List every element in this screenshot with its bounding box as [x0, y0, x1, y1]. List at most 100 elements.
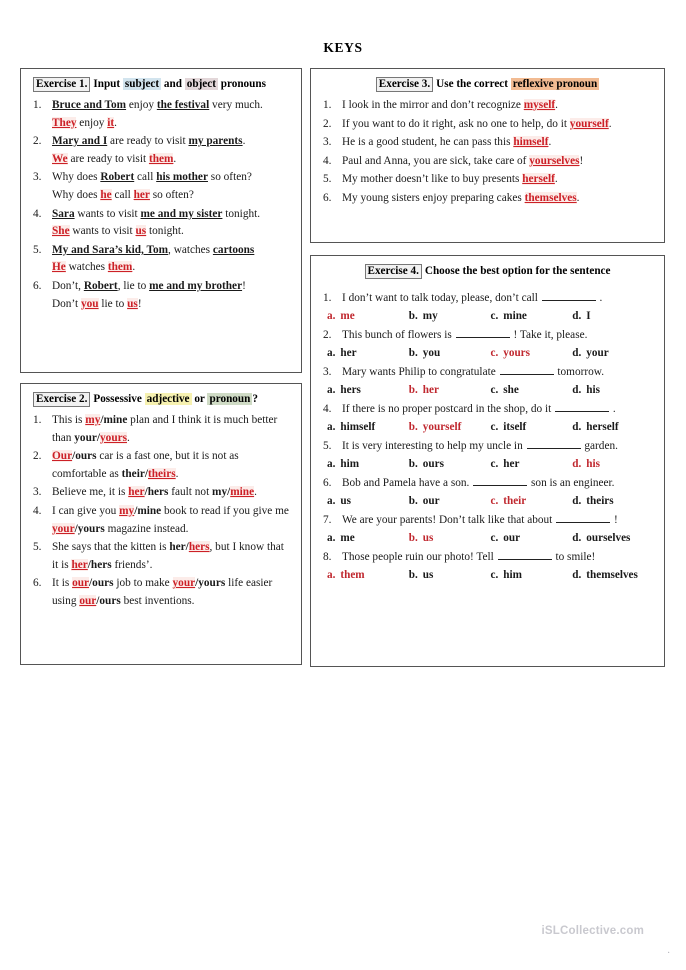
question-fragment: cartoons [212, 243, 255, 256]
option-correct[interactable]: d. his [572, 455, 654, 473]
option-value: her [422, 384, 439, 396]
item-number: 6. [323, 191, 332, 204]
answer-fragment: We [52, 152, 68, 165]
option-value: our [503, 532, 521, 544]
option[interactable]: d. themselves [572, 566, 654, 584]
question-fragment: magazine instead. [104, 522, 189, 535]
question-fragment: herself [522, 173, 555, 186]
question-text-tail: son is an engineer. [528, 477, 615, 489]
question-text: My mother doesn’t like to buy presents h… [342, 173, 558, 186]
option-key: d. [572, 347, 582, 359]
option-correct[interactable]: b. yourself [409, 418, 491, 436]
exercise-3-heading: Exercise 3. Use the correct reflexive pro… [321, 77, 654, 92]
option-key: c. [490, 532, 499, 544]
question-text: This bunch of flowers is [342, 329, 455, 341]
answer-text: She wants to visit us tonight. [52, 223, 291, 241]
option-correct[interactable]: a. them [327, 566, 409, 584]
option-key: d. [572, 458, 582, 470]
option[interactable]: d. herself [572, 418, 654, 436]
question-fragment: She says that the kitten is [52, 541, 170, 554]
answer-fragment: enjoy [76, 116, 108, 129]
answer-fragment: . [132, 261, 136, 274]
exercise-2-heading-text-a: Possessive [93, 393, 142, 405]
option[interactable]: d. your [572, 344, 654, 362]
question-fragment: Don’t, [52, 279, 84, 292]
answer-fragment: are ready to visit [67, 152, 149, 165]
exercise-1-heading-text-a: Input [93, 78, 121, 90]
option[interactable]: c. our [491, 529, 573, 547]
option[interactable]: b. my [409, 307, 491, 325]
question-fragment: her [71, 558, 88, 571]
option[interactable]: b. you [409, 344, 491, 362]
question-fragment: your/ [74, 431, 101, 444]
question-fragment: book to read if you give me [161, 504, 289, 517]
option-correct[interactable]: a. me [327, 307, 409, 325]
option[interactable]: a. us [327, 492, 409, 510]
option-correct[interactable]: b. her [409, 381, 491, 399]
exercise-4-tag: Exercise 4. [364, 264, 422, 279]
option-value: themselves [586, 569, 638, 581]
question-row: 5. It is very interesting to help my uncl… [321, 437, 654, 455]
question-fragment: mine [230, 486, 255, 499]
option-correct[interactable]: c. their [491, 492, 573, 510]
answer-text: He watches them. [52, 259, 291, 277]
option-correct[interactable]: b. us [409, 529, 491, 547]
item-number: 2. [33, 135, 42, 148]
option-key: b. [408, 384, 418, 396]
answer-fragment: . [173, 152, 177, 165]
option[interactable]: a. her [327, 344, 409, 362]
list-item: 1. Bruce and Tom enjoy the festival very … [31, 97, 291, 132]
option[interactable]: a. him [327, 455, 409, 473]
list-item: 6. It is our/ours job to make your/yours … [31, 575, 291, 610]
option-key: d. [572, 569, 582, 581]
question-fragment: ! [579, 154, 584, 167]
question-text: Our/ours car is a fast one, but it is no… [52, 450, 239, 480]
list-item: 3. Believe me, it is her/hers fault not m… [31, 484, 291, 502]
option-value: us [422, 532, 434, 544]
option[interactable]: c. she [491, 381, 573, 399]
exercise-1-highlight-object: object [184, 78, 218, 90]
option-key: a. [327, 532, 336, 544]
question-row: 1. I don’t want to talk today, please, do… [321, 289, 654, 307]
question-text-tail: to smile! [552, 551, 596, 563]
answer-fragment: her [133, 188, 150, 201]
option[interactable]: c. him [491, 566, 573, 584]
option[interactable]: c. her [491, 455, 573, 473]
option-value: I [586, 310, 591, 322]
question-fragment: their/ [121, 467, 148, 480]
option[interactable]: a. hers [327, 381, 409, 399]
question-fragment: our [79, 594, 97, 607]
question-fragment: Sara [52, 207, 75, 220]
option[interactable]: c. itself [491, 418, 573, 436]
option[interactable]: b. our [409, 492, 491, 510]
question-text-tail: ! Take it, please. [510, 329, 588, 341]
option[interactable]: a. himself [327, 418, 409, 436]
question-text: It is very interesting to help my uncle … [342, 440, 526, 452]
question-text: Believe me, it is her/hers fault not my/… [52, 486, 257, 499]
item-number: 5. [323, 440, 332, 452]
answer-fragment: He [52, 261, 66, 274]
answer-fragment: them [148, 152, 174, 165]
question-text: He is a good student, he can pass this h… [342, 136, 551, 149]
option[interactable]: a. me [327, 529, 409, 547]
question-text: If you want to do it right, ask no one t… [342, 117, 612, 130]
question-fragment: call [134, 171, 157, 184]
question-text: If there is no proper postcard in the sh… [342, 403, 555, 415]
option[interactable]: c. mine [491, 307, 573, 325]
option[interactable]: d. theirs [572, 492, 654, 510]
option[interactable]: b. us [409, 566, 491, 584]
question-text: My and Sara’s kid, Tom, watches cartoons [52, 244, 254, 256]
option[interactable]: d. ourselves [572, 529, 654, 547]
option[interactable]: b. ours [409, 455, 491, 473]
question-text: We are your parents! Don’t talk like tha… [342, 514, 556, 526]
exercise-2-list: 1. This is my/mine plan and I think it is… [31, 412, 291, 611]
option-value: her [340, 347, 357, 359]
option-key: b. [408, 569, 418, 581]
list-item: 5. My and Sara’s kid, Tom, watches cartoo… [31, 242, 291, 277]
option[interactable]: d. his [572, 381, 654, 399]
question-row: 6. Bob and Pamela have a son. son is an e… [321, 474, 654, 492]
option[interactable]: d. I [572, 307, 654, 325]
option-correct[interactable]: c. yours [491, 344, 573, 362]
question-fragment: theirs [148, 467, 176, 480]
option-value: her [503, 458, 520, 470]
